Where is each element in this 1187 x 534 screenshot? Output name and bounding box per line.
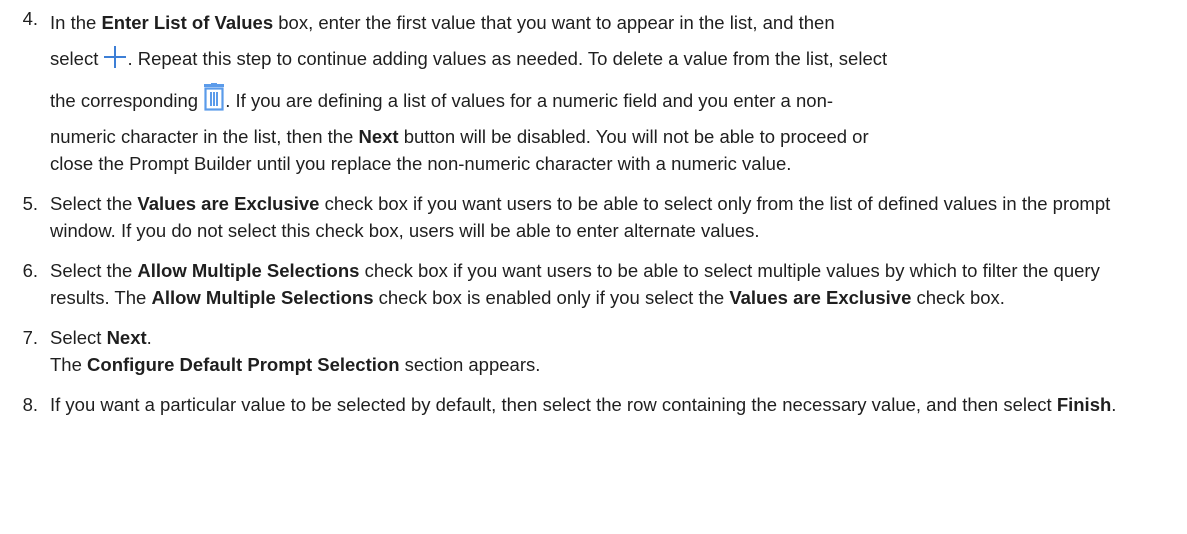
step-7: 7. Select Next. The Configure Default Pr… [0, 325, 1187, 378]
step-number: 5. [22, 193, 38, 214]
step-8: 8. If you want a particular value to be … [0, 392, 1187, 419]
ui-label-configure-default-prompt-selection: Configure Default Prompt Selection [87, 353, 400, 375]
step-7-result: The Configure Default Prompt Selection s… [50, 353, 541, 375]
step-4-line-2: select . Repeat this step to continue ad… [50, 40, 1147, 82]
ui-label-values-are-exclusive: Values are Exclusive [729, 286, 912, 308]
step-number: 4. [22, 8, 38, 29]
step-4-line-1: In the Enter List of Values box, enter t… [50, 12, 835, 33]
step-6: 6. Select the Allow Multiple Selections … [0, 258, 1187, 311]
step-5: 5. Select the Values are Exclusive check… [0, 191, 1187, 244]
step-7-text: Select Next. [50, 327, 152, 348]
ui-label-enter-list-of-values: Enter List of Values [101, 12, 274, 33]
step-number: 7. [22, 327, 38, 348]
ui-label-next: Next [358, 126, 399, 147]
step-number: 6. [22, 260, 38, 281]
step-4-line-5: close the Prompt Builder until you repla… [50, 152, 792, 174]
trash-icon [203, 83, 225, 124]
step-4: 4. In the Enter List of Values box, ente… [0, 6, 1187, 177]
step-4-line-3: the corresponding . If you are defining … [50, 82, 1147, 124]
procedure-steps: 4. In the Enter List of Values box, ente… [0, 6, 1187, 433]
step-4-line-4: numeric character in the list, then the … [50, 126, 869, 147]
plus-icon [103, 44, 127, 82]
ui-label-values-are-exclusive: Values are Exclusive [137, 193, 320, 214]
ui-label-allow-multiple-selections: Allow Multiple Selections [137, 260, 360, 281]
step-8-text: If you want a particular value to be sel… [50, 394, 1117, 415]
ui-label-finish: Finish [1056, 394, 1112, 415]
step-5-text: Select the Values are Exclusive check bo… [50, 193, 1111, 241]
ui-label-allow-multiple-selections: Allow Multiple Selections [151, 286, 374, 308]
step-number: 8. [22, 394, 38, 415]
ui-label-next: Next [106, 327, 147, 348]
step-6-text: Select the Allow Multiple Selections che… [50, 260, 1100, 308]
